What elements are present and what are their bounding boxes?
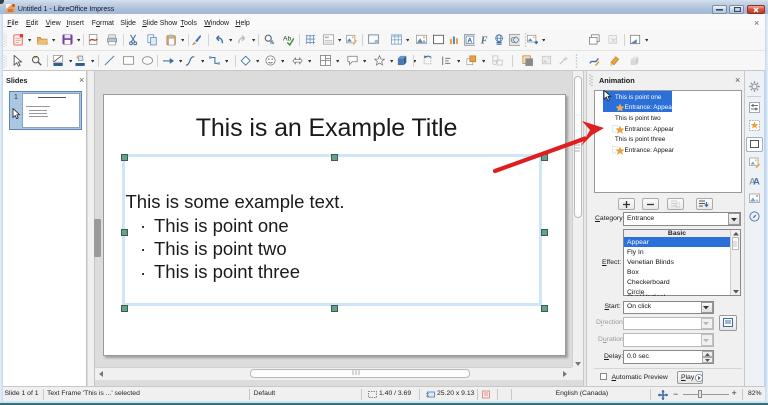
svg-text:F: F <box>479 35 487 46</box>
svg-text:A: A <box>467 37 472 44</box>
svg-text:Ab: Ab <box>283 36 291 43</box>
svg-text:A: A <box>753 176 760 186</box>
